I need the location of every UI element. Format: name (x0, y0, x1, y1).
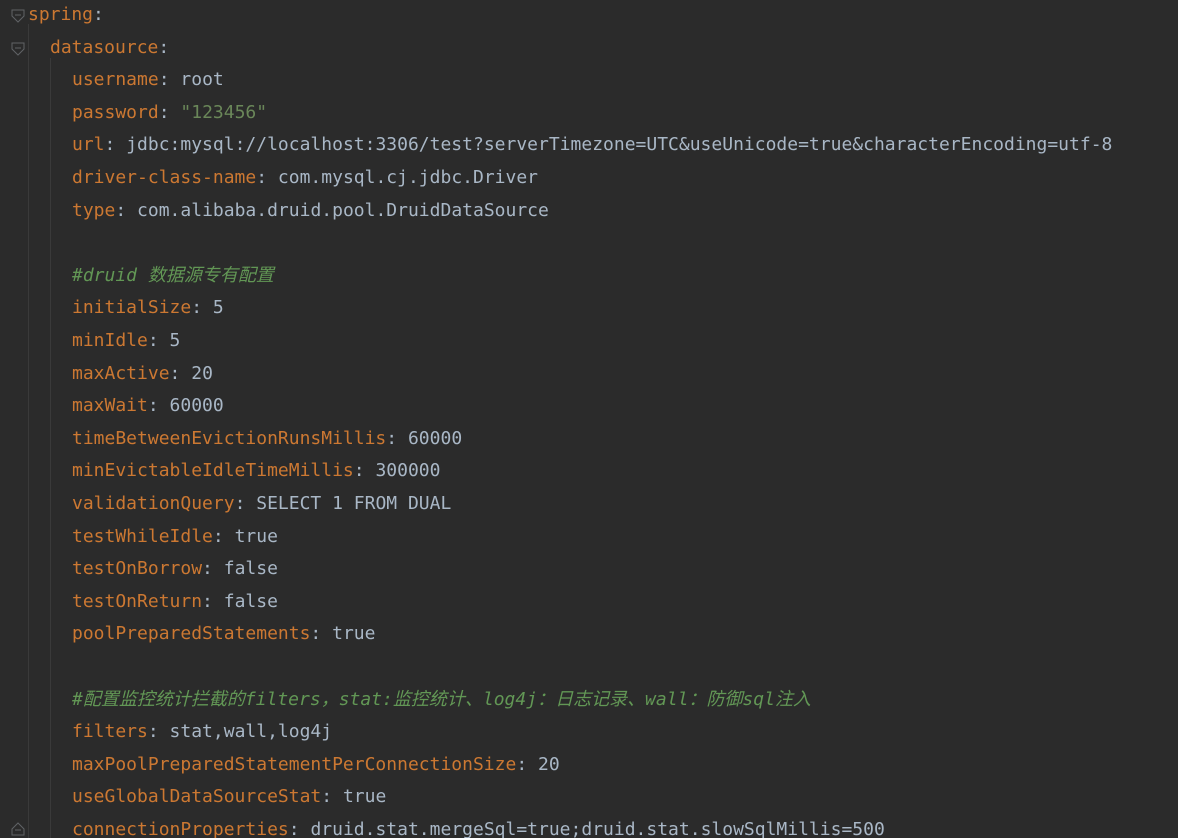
yaml-separator: : (321, 786, 343, 808)
yaml-value: stat,wall,log4j (169, 721, 333, 743)
yaml-key: minIdle (72, 330, 148, 351)
code-line[interactable]: maxActive: 20 (72, 358, 213, 390)
yaml-separator: : (169, 362, 192, 384)
yaml-value: "123456" (180, 101, 268, 123)
fold-icon[interactable] (11, 820, 25, 836)
yaml-value: 60000 (169, 395, 224, 417)
yaml-key: username (72, 69, 159, 91)
yaml-key: url (72, 134, 105, 156)
yaml-separator: : (147, 395, 170, 417)
yaml-separator: : (147, 330, 170, 351)
yaml-value: 5 (212, 297, 224, 319)
yaml-value: druid.stat.mergeSql=true;druid.stat.slow… (310, 819, 885, 838)
code-line[interactable]: username: root (72, 64, 224, 96)
code-line[interactable]: connectionProperties: druid.stat.mergeSq… (72, 814, 885, 838)
code-editor[interactable]: spring: datasource: username: root password… (0, 0, 1178, 838)
editor-gutter (0, 0, 28, 838)
code-line[interactable]: timeBetweenEvictionRunsMillis: 60000 (72, 423, 462, 455)
yaml-separator: : (202, 558, 224, 580)
yaml-separator: : (158, 101, 181, 123)
yaml-value: false (223, 590, 278, 612)
yaml-key: type (72, 199, 116, 221)
yaml-separator: : (234, 493, 257, 514)
yaml-separator: : (212, 525, 235, 547)
code-line[interactable]: #druid 数据源专有配置 (72, 260, 274, 292)
yaml-value: 20 (191, 362, 213, 384)
yaml-separator: : (158, 36, 170, 58)
code-line[interactable]: validationQuery: SELECT 1 FROM DUAL (72, 488, 451, 520)
code-line[interactable]: minEvictableIdleTimeMillis: 300000 (72, 455, 440, 487)
code-line[interactable]: #配置监控统计拦截的filters，stat:监控统计、log4j：日志记录、w… (72, 684, 811, 716)
yaml-value: jdbc:mysql://localhost:3306/test?serverT… (126, 134, 1113, 156)
yaml-key: spring (28, 4, 94, 25)
yaml-value: com.mysql.cj.jdbc.Driver (277, 167, 539, 188)
yaml-value: 300000 (375, 460, 441, 482)
code-line[interactable]: testOnBorrow: false (72, 553, 278, 585)
code-line[interactable]: spring: (28, 0, 104, 31)
yaml-key: datasource (50, 36, 159, 58)
yaml-value: true (234, 525, 278, 547)
yaml-key: password (72, 101, 159, 123)
yaml-key: connectionProperties (72, 819, 289, 838)
yaml-value: 5 (169, 330, 181, 351)
yaml-separator: : (202, 590, 224, 612)
yaml-key: useGlobalDataSourceStat (72, 786, 322, 808)
fold-icon[interactable] (11, 7, 25, 23)
code-line[interactable]: maxWait: 60000 (72, 390, 224, 422)
yaml-value: 20 (538, 753, 560, 775)
yaml-separator: : (386, 427, 408, 449)
yaml-comment: #druid 数据源专有配置 (72, 264, 274, 286)
indent-guide (28, 24, 29, 838)
yaml-separator: : (310, 623, 333, 645)
yaml-value: root (180, 69, 224, 91)
code-line[interactable]: initialSize: 5 (72, 292, 224, 324)
yaml-key: testOnReturn (72, 590, 203, 612)
yaml-separator: : (256, 167, 278, 188)
code-line[interactable]: testOnReturn: false (72, 586, 278, 618)
yaml-key: validationQuery (72, 493, 235, 514)
yaml-separator: : (288, 819, 311, 838)
yaml-key: driver-class-name (72, 167, 257, 188)
yaml-key: testOnBorrow (72, 558, 203, 580)
code-line[interactable]: type: com.alibaba.druid.pool.DruidDataSo… (72, 195, 549, 227)
yaml-separator: : (147, 721, 170, 743)
yaml-value: true (332, 623, 376, 645)
code-line[interactable]: driver-class-name: com.mysql.cj.jdbc.Dri… (72, 162, 538, 194)
code-line[interactable]: datasource: (50, 32, 169, 64)
yaml-key: filters (72, 721, 148, 743)
yaml-separator: : (158, 69, 181, 91)
yaml-key: poolPreparedStatements (72, 623, 311, 645)
yaml-separator: : (191, 297, 213, 319)
code-line[interactable]: poolPreparedStatements: true (72, 618, 375, 650)
yaml-key: maxActive (72, 362, 170, 384)
yaml-separator: : (104, 134, 127, 156)
yaml-key: minEvictableIdleTimeMillis (72, 460, 354, 482)
yaml-separator: : (516, 753, 539, 775)
code-line[interactable]: maxPoolPreparedStatementPerConnectionSiz… (72, 749, 560, 781)
code-line[interactable]: password: "123456" (72, 97, 267, 129)
yaml-key: timeBetweenEvictionRunsMillis (72, 427, 387, 449)
yaml-comment: #配置监控统计拦截的filters，stat:监控统计、log4j：日志记录、w… (72, 688, 811, 710)
code-line[interactable]: useGlobalDataSourceStat: true (72, 781, 386, 813)
yaml-value: SELECT 1 FROM DUAL (256, 493, 452, 514)
code-line[interactable]: testWhileIdle: true (72, 521, 278, 553)
yaml-key: maxWait (72, 395, 148, 417)
yaml-value: true (342, 786, 387, 808)
code-line[interactable]: minIdle: 5 (72, 325, 180, 357)
yaml-value: com.alibaba.druid.pool.DruidDataSource (137, 199, 549, 221)
fold-icon[interactable] (11, 40, 25, 56)
yaml-key: testWhileIdle (72, 525, 213, 547)
yaml-key: maxPoolPreparedStatementPerConnectionSiz… (72, 753, 517, 775)
indent-guide (50, 58, 51, 838)
yaml-value: 60000 (407, 427, 463, 449)
yaml-separator: : (353, 460, 376, 482)
yaml-key: initialSize (72, 297, 192, 319)
code-line[interactable]: filters: stat,wall,log4j (72, 716, 332, 748)
yaml-separator: : (93, 4, 104, 25)
code-line[interactable]: url: jdbc:mysql://localhost:3306/test?se… (72, 129, 1112, 161)
yaml-separator: : (115, 199, 138, 221)
yaml-value: false (223, 558, 278, 580)
